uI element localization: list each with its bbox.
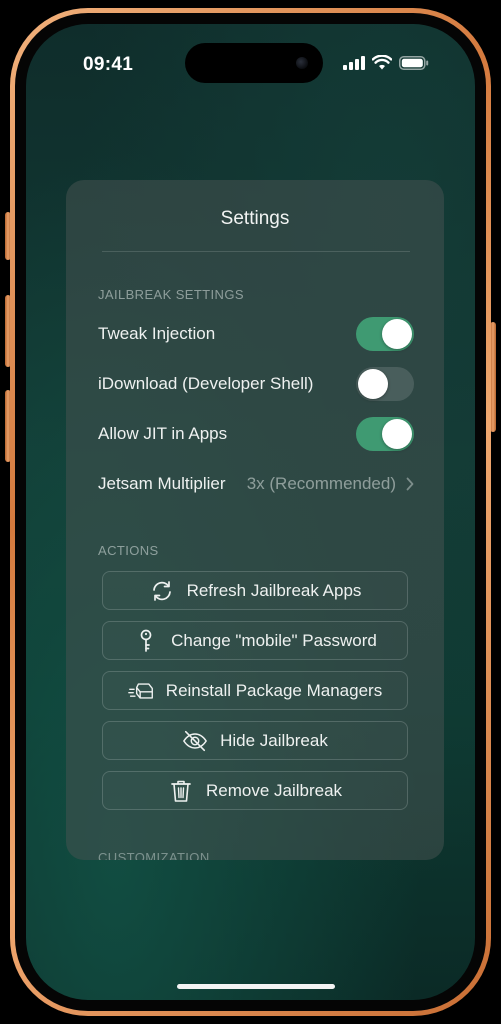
row-tweak-injection: Tweak Injection bbox=[98, 316, 414, 352]
reinstall-package-managers-button[interactable]: Reinstall Package Managers bbox=[102, 671, 408, 710]
row-label: Tweak Injection bbox=[98, 324, 216, 343]
panel-title: Settings bbox=[220, 208, 290, 229]
allow-jit-toggle[interactable] bbox=[356, 417, 414, 451]
jetsam-value: 3x (Recommended) bbox=[247, 474, 414, 494]
section-header-actions: ACTIONS bbox=[98, 543, 159, 558]
home-indicator[interactable] bbox=[177, 984, 335, 989]
toggle-knob bbox=[358, 369, 388, 399]
action-label: Change "mobile" Password bbox=[171, 630, 377, 650]
phone-screen: 09:41 Settings JAILBREAK SETTINGS Tweak … bbox=[26, 24, 475, 1000]
row-label: Allow JIT in Apps bbox=[98, 424, 228, 443]
jetsam-multiplier-value: 3x (Recommended) bbox=[246, 474, 396, 493]
trash-icon bbox=[168, 778, 194, 804]
section-header-jailbreak-settings: JAILBREAK SETTINGS bbox=[98, 287, 244, 302]
action-label: Refresh Jailbreak Apps bbox=[186, 580, 362, 600]
action-label: Reinstall Package Managers bbox=[165, 680, 383, 700]
status-time: 09:41 bbox=[83, 54, 134, 75]
phone-bezel: 09:41 Settings JAILBREAK SETTINGS Tweak … bbox=[15, 13, 486, 1011]
row-label: Jetsam Multiplier bbox=[98, 474, 226, 493]
row-jetsam-multiplier[interactable]: Jetsam Multiplier 3x (Recommended) bbox=[98, 466, 414, 502]
action-label: Hide Jailbreak bbox=[220, 730, 328, 750]
settings-panel: Settings JAILBREAK SETTINGS Tweak Inject… bbox=[66, 180, 444, 860]
key-icon bbox=[133, 628, 159, 654]
action-label: Remove Jailbreak bbox=[205, 780, 343, 800]
row-allow-jit: Allow JIT in Apps bbox=[98, 416, 414, 452]
row-idownload: iDownload (Developer Shell) bbox=[98, 366, 414, 402]
battery-icon bbox=[399, 55, 429, 70]
device-stage: 09:41 Settings JAILBREAK SETTINGS Tweak … bbox=[0, 0, 501, 1024]
title-divider bbox=[102, 251, 410, 252]
eye-slash-icon bbox=[182, 728, 208, 754]
phone-frame: 09:41 Settings JAILBREAK SETTINGS Tweak … bbox=[10, 8, 491, 1016]
cellular-signal-icon bbox=[343, 55, 365, 70]
status-icons bbox=[343, 55, 429, 70]
wifi-icon bbox=[372, 55, 392, 70]
row-label: iDownload (Developer Shell) bbox=[98, 374, 314, 393]
idownload-toggle[interactable] bbox=[356, 367, 414, 401]
section-header-customization: CUSTOMIZATION bbox=[98, 850, 210, 860]
dynamic-island bbox=[185, 43, 323, 83]
status-bar: 09:41 bbox=[26, 24, 475, 84]
tweak-injection-toggle[interactable] bbox=[356, 317, 414, 351]
package-icon bbox=[127, 678, 154, 704]
refresh-jailbreak-apps-button[interactable]: Refresh Jailbreak Apps bbox=[102, 571, 408, 610]
chevron-right-icon bbox=[406, 477, 414, 491]
toggle-knob bbox=[382, 419, 412, 449]
hide-jailbreak-button[interactable]: Hide Jailbreak bbox=[102, 721, 408, 760]
change-mobile-password-button[interactable]: Change "mobile" Password bbox=[102, 621, 408, 660]
toggle-knob bbox=[382, 319, 412, 349]
remove-jailbreak-button[interactable]: Remove Jailbreak bbox=[102, 771, 408, 810]
front-camera-icon bbox=[296, 57, 308, 69]
refresh-icon bbox=[149, 578, 175, 604]
